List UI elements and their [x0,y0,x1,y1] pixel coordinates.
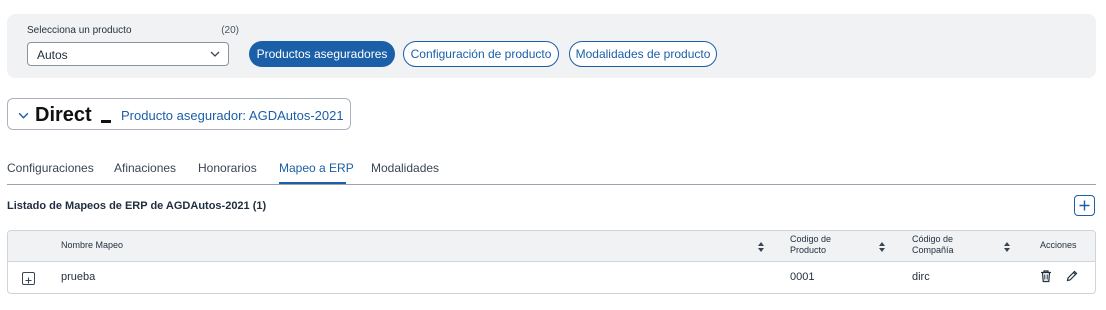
productos-aseguradores-button[interactable]: Productos aseguradores [249,41,395,67]
product-filter-bar: Selecciona un producto (20) Autos Produc… [7,14,1096,78]
product-select[interactable]: Autos [27,42,229,66]
product-select-label: Selecciona un producto [27,25,132,36]
cell-codigo-compania: dirc [912,271,930,283]
svg-text:Direct: Direct [35,105,92,125]
configuracion-producto-button[interactable]: Configuración de producto [403,41,559,67]
col-codigo-producto: Codigo de Producto [790,234,831,256]
product-select-value: Autos [37,48,68,62]
cell-nombre: prueba [61,271,96,283]
product-select-group: Selecciona un producto (20) Autos [27,25,239,66]
product-select-label-row: Selecciona un producto (20) [27,25,239,36]
cell-codigo-producto: 0001 [790,271,815,283]
table-header: Nombre Mapeo Codigo de Producto Código d… [8,231,1095,262]
expand-icon[interactable] [22,272,35,285]
mappings-table: Nombre Mapeo Codigo de Producto Código d… [7,230,1096,294]
sort-icon[interactable] [1003,240,1011,258]
sort-icon[interactable] [757,240,765,258]
tab-configuraciones[interactable]: Configuraciones [7,161,94,175]
col-codigo-producto-line2: Producto [790,245,827,255]
tab-bar: Configuraciones Afinaciones Honorarios M… [7,158,1096,185]
tab-modalidades[interactable]: Modalidades [371,161,439,175]
col-codigo-compania-line1: Código de [912,234,954,244]
product-card[interactable]: Direct Producto asegurador: AGDAutos-202… [7,98,351,130]
tab-mapeo-erp[interactable]: Mapeo a ERP [279,161,354,175]
modalidades-producto-button[interactable]: Modalidades de producto [569,41,717,67]
product-count: (20) [221,25,239,36]
col-codigo-compania: Código de Compañía [912,234,954,256]
sort-icon[interactable] [878,240,886,258]
active-tab-indicator [279,182,346,184]
direct-logo: Direct [35,104,115,130]
col-codigo-producto-line1: Codigo de [790,234,832,244]
list-title: Listado de Mapeos de ERP de AGDAutos-202… [7,200,267,212]
trash-icon[interactable] [1039,269,1053,288]
col-codigo-compania-line2: Compañía [912,245,954,255]
plus-icon [1079,200,1090,211]
pencil-icon[interactable] [1065,269,1079,288]
product-title: Producto asegurador: AGDAutos-2021 [121,108,344,123]
add-mapping-button[interactable] [1074,195,1095,216]
chevron-down-icon[interactable] [18,108,29,126]
col-nombre-mapeo: Nombre Mapeo [61,240,124,250]
chevron-down-icon [210,48,220,62]
tab-afinaciones[interactable]: Afinaciones [114,161,176,175]
tab-honorarios[interactable]: Honorarios [198,161,257,175]
col-acciones: Acciones [1040,240,1077,250]
